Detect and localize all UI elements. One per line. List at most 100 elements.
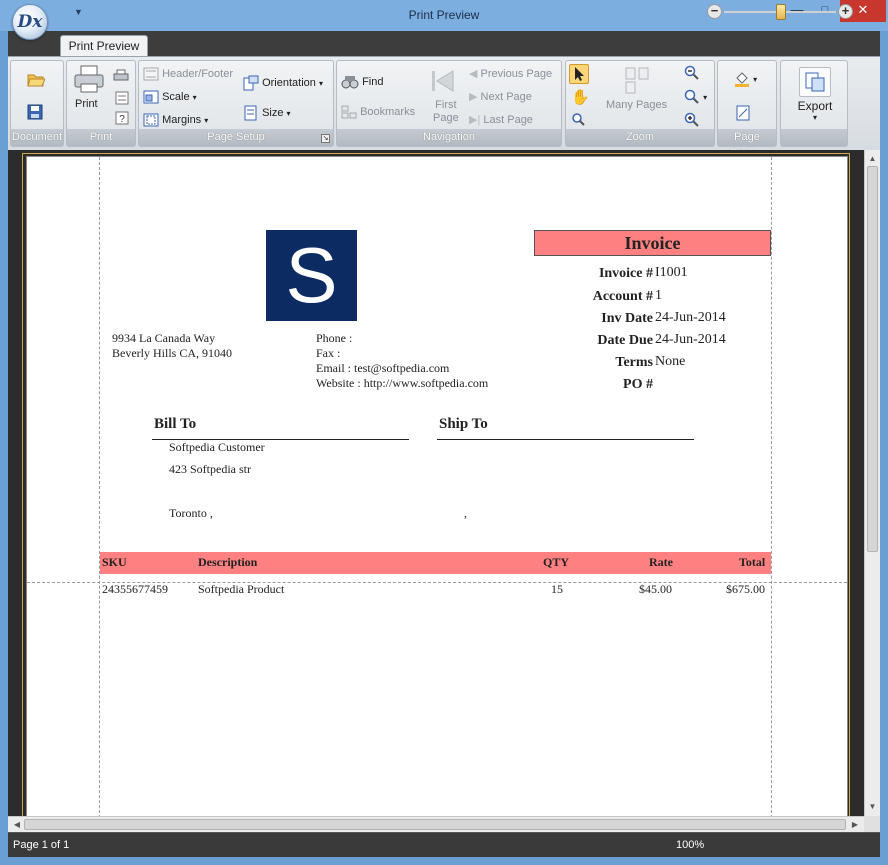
- ribbon: Document Print ? Print Header/Footer Sca…: [8, 56, 880, 159]
- row-qty: 15: [551, 582, 563, 596]
- company-email: Email : test@softpedia.com: [316, 361, 450, 375]
- bill-to-name: Softpedia Customer: [169, 440, 265, 454]
- header-footer-label: Header/Footer: [162, 67, 233, 80]
- print-options-button[interactable]: [115, 91, 129, 105]
- quick-print-button[interactable]: [113, 69, 129, 83]
- left-margin-guide[interactable]: [99, 157, 100, 833]
- scale-button[interactable]: Scale ▾: [143, 90, 197, 104]
- company-logo: S: [266, 230, 357, 321]
- zoom-in-button[interactable]: +: [838, 4, 853, 19]
- chevron-down-icon: ▾: [703, 92, 708, 102]
- orientation-label: Orientation: [262, 76, 316, 89]
- chevron-down-icon: ▾: [318, 78, 323, 88]
- help-button[interactable]: ?: [115, 111, 129, 125]
- bookmarks-button[interactable]: Bookmarks: [341, 105, 415, 119]
- scale-icon: [143, 90, 159, 104]
- orientation-icon: [243, 75, 259, 91]
- svg-text:?: ?: [119, 114, 125, 125]
- first-page-label-line2: Page: [433, 112, 459, 124]
- company-fax: Fax :: [316, 346, 341, 360]
- watermark-icon: [736, 105, 750, 121]
- horizontal-scrollbar[interactable]: ◀ ▶: [8, 816, 864, 832]
- horizontal-scroll-thumb[interactable]: [24, 819, 846, 830]
- status-bar: Page 1 of 1 100%: [8, 832, 880, 857]
- export-group: Export ▾: [780, 60, 848, 147]
- hand-tool-button[interactable]: ✋: [571, 88, 590, 106]
- watermark-button[interactable]: [736, 105, 750, 121]
- zoom-percentage[interactable]: 100%: [676, 839, 704, 851]
- zoom-icon: [684, 89, 699, 104]
- next-page-button[interactable]: ▶ Next Page: [469, 90, 532, 103]
- print-group: Print ? Print: [66, 60, 136, 147]
- last-arrow-icon: ▶|: [469, 114, 481, 126]
- account-number-label: Account #: [592, 289, 653, 304]
- orientation-button[interactable]: Orientation ▾: [243, 75, 323, 91]
- scroll-right-arrow-icon[interactable]: ▶: [848, 817, 862, 832]
- company-address-line2: Beverly Hills CA, 91040: [112, 346, 232, 360]
- previous-page-button[interactable]: ◀ Previous Page: [469, 67, 552, 80]
- hand-icon: ✋: [571, 89, 590, 106]
- document-group-label: Document: [11, 129, 63, 146]
- size-button[interactable]: Size ▾: [243, 105, 291, 121]
- page-setup-launcher-icon[interactable]: ↘: [321, 134, 330, 143]
- next-arrow-icon: ▶: [469, 91, 478, 103]
- chevron-down-icon: ▾: [204, 115, 209, 125]
- invoice-page: S Invoice Invoice # I1001 Account # 1 In…: [26, 156, 848, 833]
- margins-icon: [143, 113, 159, 127]
- help-icon: ?: [115, 111, 129, 125]
- zoom-out-button[interactable]: −: [707, 4, 722, 19]
- scroll-up-arrow-icon[interactable]: ▲: [865, 152, 880, 166]
- ship-to-heading: Ship To: [439, 416, 488, 432]
- header-footer-button[interactable]: Header/Footer: [143, 67, 233, 81]
- many-pages-button[interactable]: Many Pages: [602, 67, 674, 125]
- last-page-label: Last Page: [483, 114, 533, 126]
- tab-print-preview[interactable]: Print Preview: [60, 35, 148, 58]
- zoom-group-label: Zoom: [566, 129, 714, 146]
- zoom-group: ✋ Many Pages ▾ Zoom: [565, 60, 715, 147]
- magnifier-tool-button[interactable]: [571, 112, 585, 126]
- title-bar: ▼ Print Preview — □ ✕: [0, 0, 888, 31]
- vertical-scrollbar[interactable]: ▲ ▼: [864, 150, 880, 816]
- rate-column-header: Rate: [649, 555, 673, 569]
- zoom-out-ribbon-button[interactable]: [684, 65, 700, 81]
- margins-button[interactable]: Margins ▾: [143, 113, 208, 127]
- pointer-tool-button[interactable]: [569, 64, 589, 84]
- right-margin-guide[interactable]: [771, 157, 772, 833]
- options-icon: [115, 91, 129, 105]
- page-background-group: ▾ Page Back...: [717, 60, 777, 159]
- export-icon: [805, 72, 825, 92]
- date-due-value: 24-Jun-2014: [655, 332, 726, 347]
- date-due-label: Date Due: [597, 333, 653, 348]
- zoom-button[interactable]: ▾: [684, 89, 707, 105]
- size-label: Size: [262, 106, 284, 119]
- company-website: Website : http://www.softpedia.com: [316, 376, 489, 390]
- document-group: Document: [10, 60, 64, 147]
- page-color-button[interactable]: ▾: [734, 71, 757, 87]
- zoom-in-ribbon-button[interactable]: [684, 112, 700, 128]
- first-page-button[interactable]: First Page: [429, 67, 461, 127]
- scroll-left-arrow-icon[interactable]: ◀: [10, 817, 24, 832]
- row-total: $675.00: [726, 582, 765, 596]
- save-button[interactable]: [27, 104, 43, 120]
- print-button-label: Print: [75, 98, 98, 110]
- quick-print-icon: [113, 69, 129, 81]
- vertical-scroll-thumb[interactable]: [867, 166, 878, 552]
- save-disk-icon: [27, 104, 43, 120]
- ship-to-city: ,: [464, 506, 467, 520]
- open-button[interactable]: [27, 71, 45, 87]
- export-button[interactable]: Export ▾: [787, 99, 843, 122]
- first-page-icon: [432, 70, 454, 92]
- ship-to-rule: [437, 439, 694, 440]
- scale-label: Scale: [162, 90, 190, 103]
- find-button[interactable]: Find: [341, 75, 383, 89]
- print-button[interactable]: Print: [73, 64, 105, 116]
- scroll-down-arrow-icon[interactable]: ▼: [865, 800, 880, 814]
- last-page-button[interactable]: ▶| Last Page: [469, 113, 533, 126]
- chevron-down-icon: ▾: [753, 74, 758, 84]
- invoice-date-label: Inv Date: [601, 311, 653, 326]
- zoom-slider-thumb[interactable]: [776, 4, 786, 20]
- preview-area[interactable]: S Invoice Invoice # I1001 Account # 1 In…: [8, 150, 880, 833]
- application-menu-button[interactable]: Dx: [12, 4, 48, 40]
- page-size-icon: [244, 105, 257, 121]
- ribbon-tab-strip: Print Preview: [8, 31, 880, 58]
